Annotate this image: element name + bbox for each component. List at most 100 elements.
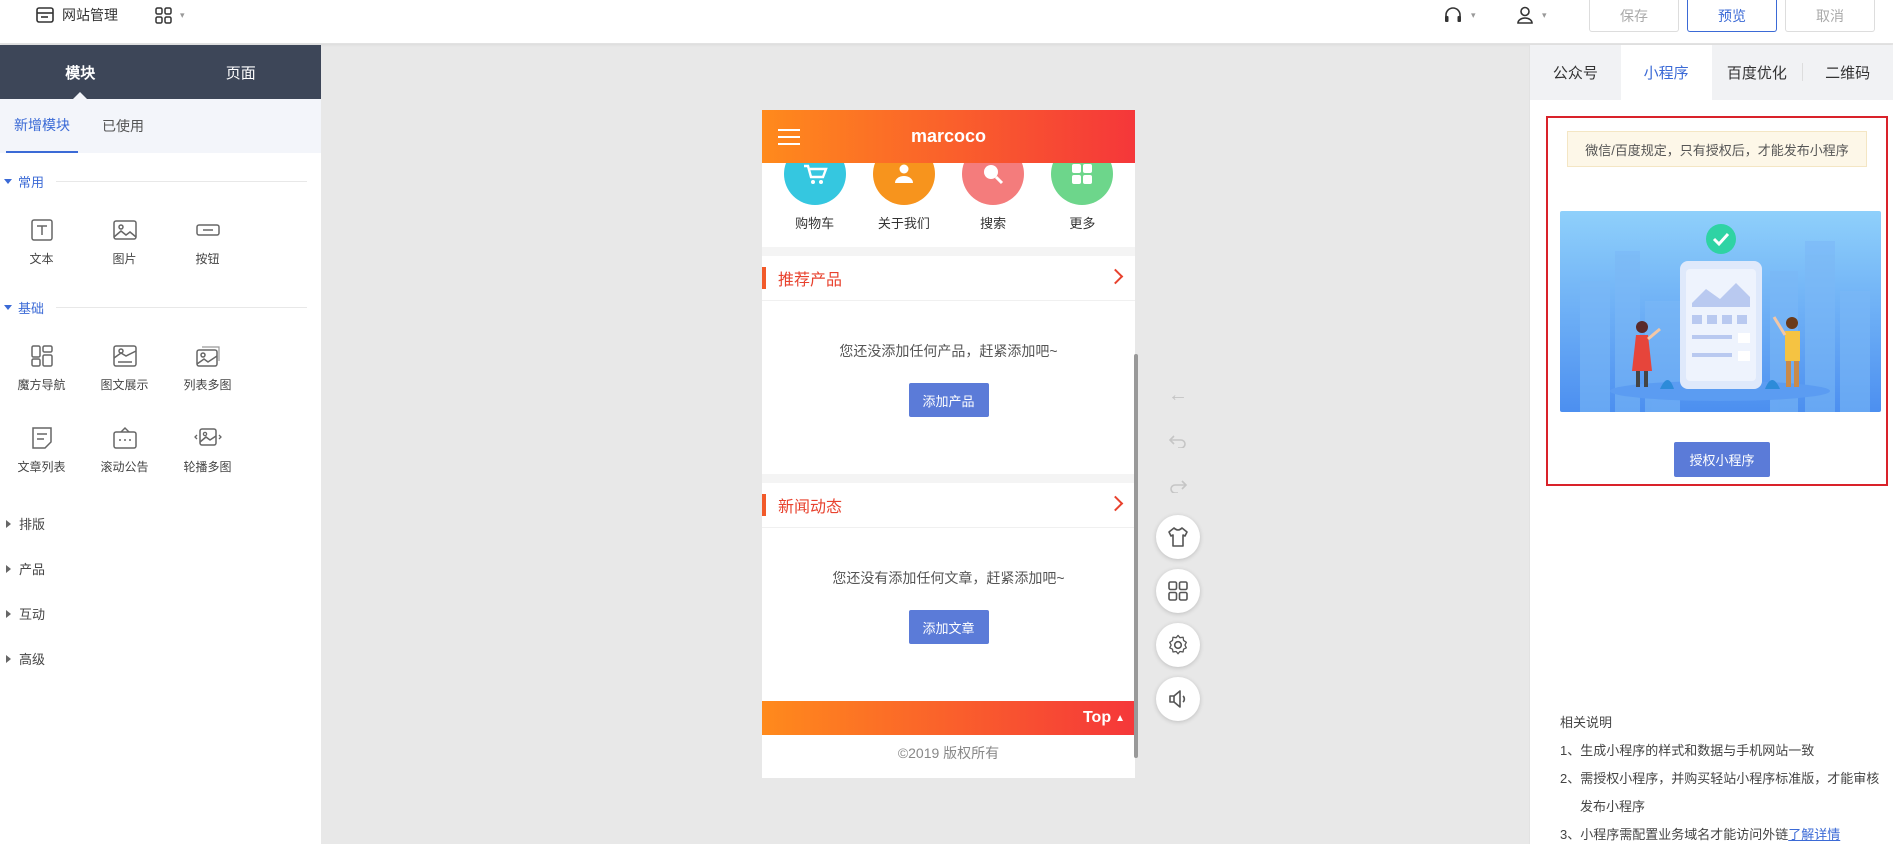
module-panel-tabs: 模块 页面: [0, 45, 321, 99]
support-menu[interactable]: ▾: [1443, 0, 1476, 30]
section-title: 常用: [18, 174, 45, 190]
article-list-icon: [31, 426, 52, 449]
gear-icon: [1169, 634, 1187, 655]
carousel-icon: [193, 427, 222, 446]
module-text[interactable]: 文本: [0, 201, 83, 283]
nav-item-more[interactable]: 更多: [1042, 163, 1122, 247]
tab-modules[interactable]: 模块: [0, 45, 161, 99]
products-empty: 您还没添加任何产品，赶紧添加吧~ 添加产品: [762, 301, 1135, 474]
phone-scrollbar[interactable]: [1134, 354, 1138, 758]
nav-item-cart[interactable]: 购物车: [775, 163, 855, 247]
nav-item-about[interactable]: 关于我们: [864, 163, 944, 247]
back-arrow-icon[interactable]: ←: [1167, 384, 1189, 406]
products-title: 推荐产品: [778, 272, 843, 289]
tab-mini-program[interactable]: 小程序: [1620, 45, 1712, 100]
undo-icon[interactable]: [1167, 430, 1189, 452]
learn-more-link[interactable]: 了解详情: [1788, 827, 1840, 842]
section-advanced[interactable]: 高级: [0, 636, 321, 681]
section-common[interactable]: 常用: [0, 167, 321, 195]
button-icon: [195, 223, 220, 236]
module-label: 图文展示: [100, 377, 149, 392]
note-text: 3、小程序需配置业务域名才能访问外链: [1560, 827, 1789, 842]
phone-nav: 购物车 关于我们 搜索 更多: [762, 163, 1135, 247]
module-magic-nav[interactable]: 魔方导航: [0, 327, 83, 409]
megaphone-icon: [1169, 690, 1186, 708]
nav-item-search[interactable]: 搜索: [953, 163, 1033, 247]
module-button[interactable]: 按钮: [166, 201, 249, 283]
title-accent-bar: [762, 267, 766, 289]
tab-qrcode[interactable]: 二维码: [1802, 45, 1893, 100]
nav-label: 更多: [1069, 216, 1096, 231]
save-button[interactable]: 保存: [1589, 0, 1679, 32]
note-item: 发布小程序: [1580, 799, 1646, 814]
user-menu[interactable]: ▾: [1516, 0, 1547, 30]
module-label: 文本: [29, 251, 54, 266]
nav-label: 关于我们: [877, 216, 930, 231]
section-interactive[interactable]: 互动: [0, 591, 321, 636]
theme-button[interactable]: [1156, 515, 1200, 559]
tab-official-account[interactable]: 公众号: [1530, 45, 1621, 100]
caret-down-icon: [4, 178, 12, 184]
publish-tabs: 公众号 小程序 百度优化 二维码: [1530, 45, 1893, 100]
module-label: 文章列表: [17, 459, 66, 474]
section-title: 排版: [19, 517, 46, 532]
layout-button[interactable]: [1156, 569, 1200, 613]
hamburger-menu-icon[interactable]: [778, 129, 800, 145]
publish-panel: 公众号 小程序 百度优化 二维码 微信/百度规定，只有授权后，才能发布小程序 授…: [1529, 45, 1893, 844]
section-title: 高级: [19, 652, 46, 667]
divider: [56, 180, 307, 182]
top-bar: 网站管理 ▾ ▾ ▾ 保存 预览 取消: [0, 0, 1893, 44]
announcement-button[interactable]: [1156, 677, 1200, 721]
list-images-icon: [195, 345, 220, 367]
module-panel: 模块 页面 新增模块 已使用 常用 文本 图片 按钮 基础 魔方导航 图文展示 …: [0, 45, 321, 844]
module-image[interactable]: 图片: [83, 201, 166, 283]
caret-right-icon: [6, 654, 11, 663]
authorize-mini-program-button[interactable]: 授权小程序: [1674, 442, 1770, 477]
notes: 相关说明 1、生成小程序的样式和数据与手机网站一致 2、需授权小程序，并购买轻站…: [1560, 709, 1884, 844]
subtab-add-module[interactable]: 新增模块: [6, 99, 78, 153]
apps-menu[interactable]: ▾: [155, 0, 185, 30]
nav-label: 购物车: [795, 216, 835, 231]
nav-label: 搜索: [980, 216, 1007, 231]
section-title: 产品: [19, 562, 46, 577]
back-to-top-bar[interactable]: Top ▲: [762, 701, 1135, 735]
add-article-button[interactable]: 添加文章: [908, 610, 989, 644]
authorize-notice: 微信/百度规定，只有授权后，才能发布小程序: [1567, 131, 1867, 167]
products-section-header[interactable]: 推荐产品: [762, 256, 1135, 301]
tab-baidu-seo[interactable]: 百度优化: [1712, 45, 1803, 100]
products-empty-text: 您还没添加任何产品，赶紧添加吧~: [839, 343, 1058, 359]
module-carousel[interactable]: 轮播多图: [166, 409, 249, 491]
site-manage-icon: [36, 7, 54, 23]
subtab-used[interactable]: 已使用: [94, 99, 152, 153]
phone-preview[interactable]: marcoco 购物车 关于我们 搜索 更多 推荐产品 您还没添加任何产品，赶紧…: [762, 110, 1135, 778]
note-item: 1、生成小程序的样式和数据与手机网站一致: [1560, 743, 1815, 758]
module-label: 轮播多图: [183, 459, 232, 474]
module-label: 滚动公告: [100, 459, 149, 474]
tab-pages[interactable]: 页面: [161, 45, 322, 99]
module-list-multi-image[interactable]: 列表多图: [166, 327, 249, 409]
headset-icon: [1445, 7, 1461, 22]
news-section-header[interactable]: 新闻动态: [762, 483, 1135, 528]
section-title: 互动: [19, 607, 46, 622]
preview-button[interactable]: 预览: [1687, 0, 1777, 32]
shirt-icon: [1168, 527, 1188, 547]
cancel-button[interactable]: 取消: [1785, 0, 1875, 32]
more-icon: [1051, 163, 1114, 205]
settings-button[interactable]: [1156, 623, 1200, 667]
add-product-button[interactable]: 添加产品: [908, 383, 989, 417]
section-product[interactable]: 产品: [0, 546, 321, 591]
chevron-right-icon[interactable]: [1107, 268, 1124, 285]
redo-icon[interactable]: [1167, 475, 1189, 497]
module-article-list[interactable]: 文章列表: [0, 409, 83, 491]
section-basic[interactable]: 基础: [0, 293, 321, 321]
news-empty: 您还没有添加任何文章，赶紧添加吧~ 添加文章: [762, 528, 1135, 701]
module-label: 图片: [112, 251, 137, 266]
cart-icon: [783, 163, 846, 205]
site-manage-menu[interactable]: 网站管理: [36, 0, 118, 30]
module-scroll-notice[interactable]: 滚动公告: [83, 409, 166, 491]
module-image-text[interactable]: 图文展示: [83, 327, 166, 409]
image-icon: [112, 219, 137, 240]
divider: [56, 306, 307, 308]
chevron-right-icon[interactable]: [1107, 495, 1124, 512]
section-layout[interactable]: 排版: [0, 501, 321, 546]
